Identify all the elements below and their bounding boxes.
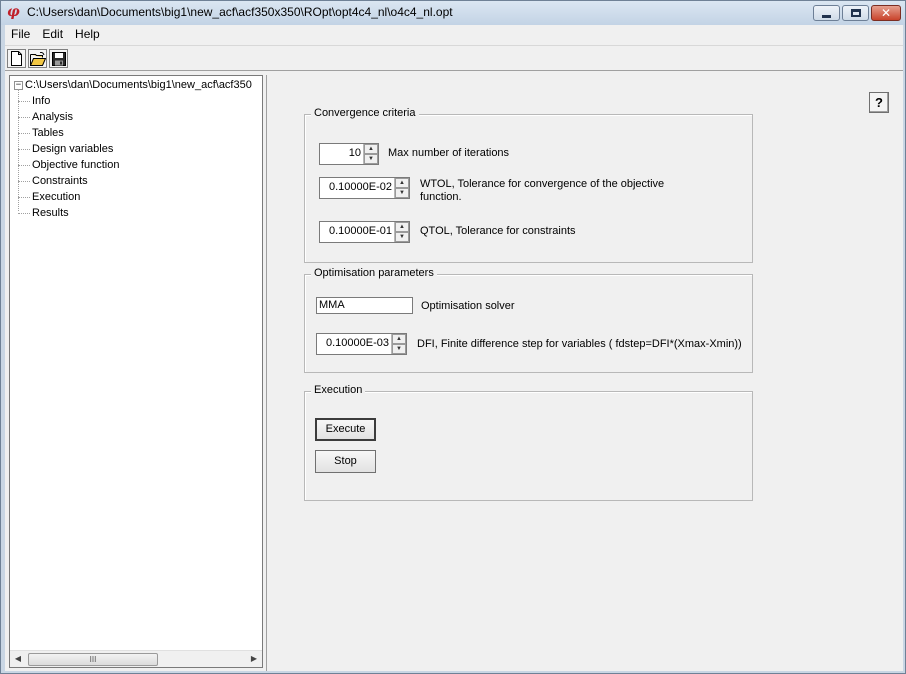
menu-help[interactable]: Help: [69, 25, 106, 44]
group-title: Execution: [311, 384, 366, 396]
new-document-icon: [11, 51, 22, 66]
close-button[interactable]: ✕: [871, 5, 901, 21]
scroll-right-icon[interactable]: ▶: [246, 651, 262, 667]
spin-down-icon[interactable]: ▼: [395, 188, 409, 198]
minimize-icon: [822, 14, 831, 18]
tree-connector: [18, 212, 30, 214]
qtol-label: QTOL, Tolerance for constraints: [420, 225, 576, 237]
tree-item-objective-function[interactable]: Objective function: [18, 157, 119, 173]
tree-item-label: Info: [32, 95, 51, 107]
wtol-label: WTOL, Tolerance for convergence of the o…: [420, 178, 665, 190]
horizontal-scrollbar[interactable]: ◀ III ▶: [10, 650, 262, 667]
caption-buttons: ✕: [813, 5, 901, 21]
menu-bar: File Edit Help: [5, 25, 903, 44]
tree-root[interactable]: − C:\Users\dan\Documents\big1\new_acf\ac…: [14, 79, 252, 91]
client-area: File Edit Help − C:\Users\dan\Documents\…: [5, 25, 903, 671]
tree-item-label: Analysis: [32, 111, 73, 123]
group-title: Optimisation parameters: [311, 267, 437, 279]
qtol-value[interactable]: 0.10000E-01: [320, 222, 394, 242]
tree-item-execution[interactable]: Execution: [18, 189, 80, 205]
spin-up-icon[interactable]: ▲: [395, 178, 409, 188]
max-iterations-label: Max number of iterations: [388, 147, 510, 159]
optimisation-parameters-group: Optimisation parameters MMA Optimisation…: [304, 267, 753, 373]
open-folder-icon: [29, 51, 46, 66]
spin-buttons: ▲ ▼: [363, 144, 378, 164]
tree-connector: [18, 180, 30, 182]
save-disk-icon: [51, 51, 66, 66]
tree-item-results[interactable]: Results: [18, 205, 69, 221]
app-icon: φ: [7, 4, 20, 20]
max-iterations-value[interactable]: 10: [320, 144, 363, 164]
menu-edit[interactable]: Edit: [36, 25, 69, 44]
spin-buttons: ▲ ▼: [394, 222, 409, 242]
tree-item-label: Tables: [32, 127, 64, 139]
tree-connector: [18, 132, 30, 134]
tree-connector: [18, 148, 30, 150]
application-window: φ C:\Users\dan\Documents\big1\new_acf\ac…: [0, 0, 906, 674]
menu-file[interactable]: File: [5, 25, 36, 44]
title-bar[interactable]: φ C:\Users\dan\Documents\big1\new_acf\ac…: [1, 1, 905, 25]
tree-item-constraints[interactable]: Constraints: [18, 173, 88, 189]
tree-item-label: Design variables: [32, 143, 114, 155]
spin-down-icon[interactable]: ▼: [395, 232, 409, 242]
execute-button[interactable]: Execute: [315, 418, 376, 441]
dfi-value[interactable]: 0.10000E-03: [317, 334, 391, 354]
tree-item-label: Objective function: [32, 159, 120, 171]
toolbar: [5, 45, 903, 71]
tree-connector: [18, 100, 30, 102]
spin-down-icon[interactable]: ▼: [392, 344, 406, 354]
qtol-stepper[interactable]: 0.10000E-01 ▲ ▼: [319, 221, 410, 243]
minimize-button[interactable]: [813, 5, 840, 21]
close-icon: ✕: [880, 6, 892, 20]
tree-connector: [18, 116, 30, 118]
scroll-left-icon[interactable]: ◀: [10, 651, 26, 667]
tree-connector: [18, 164, 30, 166]
settings-panel: ? Convergence criteria 10 ▲ ▼ Max number…: [266, 75, 903, 671]
save-button[interactable]: [49, 49, 68, 68]
spin-up-icon[interactable]: ▲: [392, 334, 406, 344]
convergence-criteria-group: Convergence criteria 10 ▲ ▼ Max number o…: [304, 107, 753, 263]
spin-buttons: ▲ ▼: [391, 334, 406, 354]
group-title: Convergence criteria: [311, 107, 419, 119]
solver-input[interactable]: MMA: [316, 297, 413, 314]
wtol-label-continued: function.: [420, 191, 462, 203]
maximize-button[interactable]: [842, 5, 869, 21]
execution-group: Execution Execute Stop: [304, 384, 753, 501]
dfi-stepper[interactable]: 0.10000E-03 ▲ ▼: [316, 333, 407, 355]
wtol-value[interactable]: 0.10000E-02: [320, 178, 394, 198]
tree-item-design-variables[interactable]: Design variables: [18, 141, 113, 157]
help-button[interactable]: ?: [869, 92, 889, 113]
maximize-icon: [850, 9, 861, 17]
wtol-stepper[interactable]: 0.10000E-02 ▲ ▼: [319, 177, 410, 199]
spin-down-icon[interactable]: ▼: [364, 154, 378, 164]
tree-item-label: Results: [32, 207, 69, 219]
tree-item-label: Execution: [32, 191, 81, 203]
scroll-thumb[interactable]: III: [28, 653, 158, 666]
tree-item-label: Constraints: [32, 175, 88, 187]
tree-item-analysis[interactable]: Analysis: [18, 109, 73, 125]
spin-up-icon[interactable]: ▲: [364, 144, 378, 154]
new-button[interactable]: [7, 49, 26, 68]
max-iterations-stepper[interactable]: 10 ▲ ▼: [319, 143, 379, 165]
dfi-label: DFI, Finite difference step for variable…: [417, 338, 742, 350]
open-button[interactable]: [28, 49, 47, 68]
tree-root-label: C:\Users\dan\Documents\big1\new_acf\acf3…: [25, 79, 252, 91]
spin-up-icon[interactable]: ▲: [395, 222, 409, 232]
spin-buttons: ▲ ▼: [394, 178, 409, 198]
tree-connector: [18, 196, 30, 198]
tree-item-info[interactable]: Info: [18, 93, 50, 109]
stop-button[interactable]: Stop: [315, 450, 376, 473]
window-title: C:\Users\dan\Documents\big1\new_acf\acf3…: [27, 5, 453, 19]
solver-label: Optimisation solver: [421, 300, 515, 312]
tree-item-tables[interactable]: Tables: [18, 125, 64, 141]
navigation-tree[interactable]: − C:\Users\dan\Documents\big1\new_acf\ac…: [9, 75, 263, 668]
